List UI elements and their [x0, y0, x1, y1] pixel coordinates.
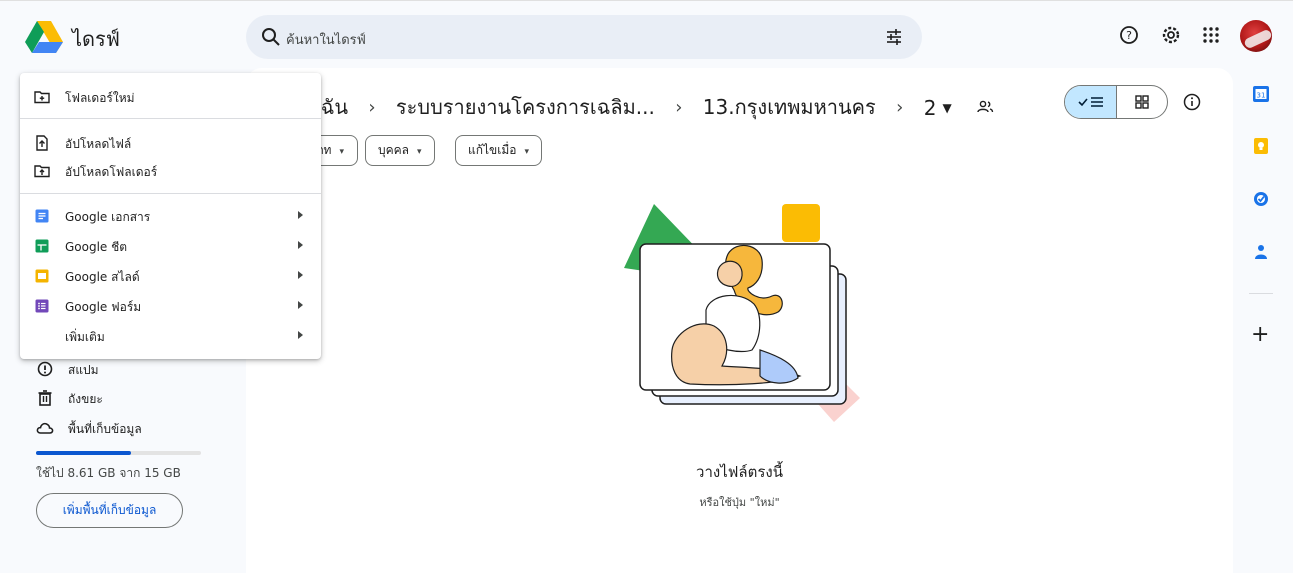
menu-divider [20, 193, 321, 194]
svg-text:?: ? [1126, 29, 1132, 42]
main-content: บฉัน › ระบบรายงานโครงการเฉลิม... › 13.กร… [246, 68, 1233, 573]
menu-item-google-sheets[interactable]: Google ชีต [20, 232, 321, 260]
filter-chip-people[interactable]: บุคคล ▾ [365, 135, 435, 166]
account-avatar[interactable] [1240, 20, 1272, 52]
sidebar-item-label: ถังขยะ [68, 392, 103, 406]
submenu-arrow-icon [298, 301, 303, 309]
google-forms-icon [35, 299, 49, 313]
breadcrumb-item-project[interactable]: ระบบรายงานโครงการเฉลิม... [396, 91, 655, 123]
menu-item-label: Google ฟอร์ม [65, 300, 142, 314]
storage-usage-fill [36, 451, 131, 455]
empty-folder-illustration [624, 204, 860, 422]
breadcrumb-separator: › [368, 96, 376, 118]
help-icon[interactable]: ? [1118, 24, 1140, 46]
breadcrumb-item-current[interactable]: 2 ▼ [924, 94, 952, 120]
filter-options-icon[interactable] [884, 27, 904, 47]
rail-divider [1249, 293, 1273, 294]
menu-item-more[interactable]: เพิ่มเติม [20, 322, 321, 350]
menu-divider [20, 118, 321, 119]
google-sheets-icon [35, 239, 49, 253]
file-upload-icon [36, 135, 48, 151]
menu-item-label: อัปโหลดโฟลเดอร์ [65, 165, 158, 179]
sidebar-item-label: สแปม [68, 363, 99, 377]
menu-item-label: Google เอกสาร [65, 210, 151, 224]
chevron-down-icon: ▾ [524, 147, 529, 157]
add-addon-button[interactable]: + [1251, 324, 1269, 346]
breadcrumb: บฉัน › ระบบรายงานโครงการเฉลิม... › 13.กร… [308, 91, 994, 123]
google-slides-icon [35, 269, 49, 283]
folder-upload-icon [34, 165, 50, 178]
chip-label: บุคคล [378, 143, 410, 157]
search-icon[interactable] [260, 26, 282, 48]
menu-item-label: โฟลเดอร์ใหม่ [65, 91, 135, 105]
info-icon[interactable] [1182, 92, 1202, 112]
filter-chip-modified[interactable]: แก้ไขเมื่อ ▾ [455, 135, 542, 166]
chip-label: แก้ไขเมื่อ [468, 143, 517, 157]
menu-item-label: Google ชีต [65, 240, 128, 254]
keep-icon[interactable] [1252, 137, 1270, 155]
view-toggle [1064, 85, 1168, 119]
breadcrumb-separator: › [896, 96, 904, 118]
breadcrumb-item-bangkok[interactable]: 13.กรุงเทพมหานคร [703, 91, 876, 123]
check-list-icon [1078, 97, 1103, 107]
menu-item-file-upload[interactable]: อัปโหลดไฟล์ [20, 129, 321, 157]
menu-item-folder-upload[interactable]: อัปโหลดโฟลเดอร์ [20, 157, 321, 185]
submenu-arrow-icon [298, 241, 303, 249]
contacts-icon[interactable] [1252, 243, 1270, 261]
drive-logo-icon[interactable] [24, 20, 64, 54]
new-item-menu: โฟลเดอร์ใหม่ อัปโหลดไฟล์ อัปโหลดโฟลเดอร์… [20, 73, 321, 359]
storage-usage-bar [36, 451, 201, 455]
menu-item-google-slides[interactable]: Google สไลด์ [20, 262, 321, 290]
tasks-icon[interactable] [1252, 190, 1270, 208]
empty-state-subtitle: หรือใช้ปุ่ม "ใหม่" [699, 496, 780, 509]
menu-item-label: เพิ่มเติม [65, 330, 105, 344]
breadcrumb-separator: › [675, 96, 683, 118]
grid-view-button[interactable] [1117, 86, 1167, 118]
list-view-button[interactable] [1065, 86, 1117, 118]
menu-item-label: Google สไลด์ [65, 270, 140, 284]
chevron-down-icon: ▾ [417, 147, 422, 157]
submenu-arrow-icon [298, 271, 303, 279]
grid-icon [1135, 95, 1149, 109]
get-more-storage-button[interactable]: เพิ่มพื้นที่เก็บข้อมูล [36, 493, 183, 528]
shared-people-icon[interactable] [976, 98, 994, 116]
sidebar-item-label: พื้นที่เก็บข้อมูล [68, 422, 142, 436]
header: ไดรฟ์ ค้นหาในไดรฟ์ ? [0, 0, 1293, 68]
menu-item-new-folder[interactable]: โฟลเดอร์ใหม่ [20, 83, 321, 111]
menu-item-google-forms[interactable]: Google ฟอร์ม [20, 292, 321, 320]
chevron-down-icon: ▾ [339, 147, 344, 157]
search-input[interactable]: ค้นหาในไดรฟ์ [286, 29, 366, 50]
trash-icon [38, 390, 52, 406]
apps-grid-icon[interactable] [1200, 24, 1222, 46]
menu-item-label: อัปโหลดไฟล์ [65, 137, 132, 151]
svg-text:31: 31 [1257, 92, 1266, 100]
app-name[interactable]: ไดรฟ์ [72, 23, 120, 55]
storage-usage-text: ใช้ไป 8.61 GB จาก 15 GB [36, 466, 181, 480]
chevron-down-icon: ▼ [942, 100, 952, 115]
submenu-arrow-icon [298, 331, 303, 339]
search-bar[interactable]: ค้นหาในไดรฟ์ [246, 15, 922, 59]
cloud-icon [36, 422, 54, 434]
new-folder-icon [34, 91, 50, 104]
current-folder-label: 2 [923, 95, 937, 120]
settings-icon[interactable] [1160, 24, 1182, 46]
google-docs-icon [35, 209, 49, 223]
empty-state-title: วางไฟล์ตรงนี้ [696, 463, 783, 481]
spam-icon [37, 361, 53, 377]
calendar-icon[interactable]: 31 [1252, 85, 1270, 103]
menu-item-google-docs[interactable]: Google เอกสาร [20, 202, 321, 230]
submenu-arrow-icon [298, 211, 303, 219]
